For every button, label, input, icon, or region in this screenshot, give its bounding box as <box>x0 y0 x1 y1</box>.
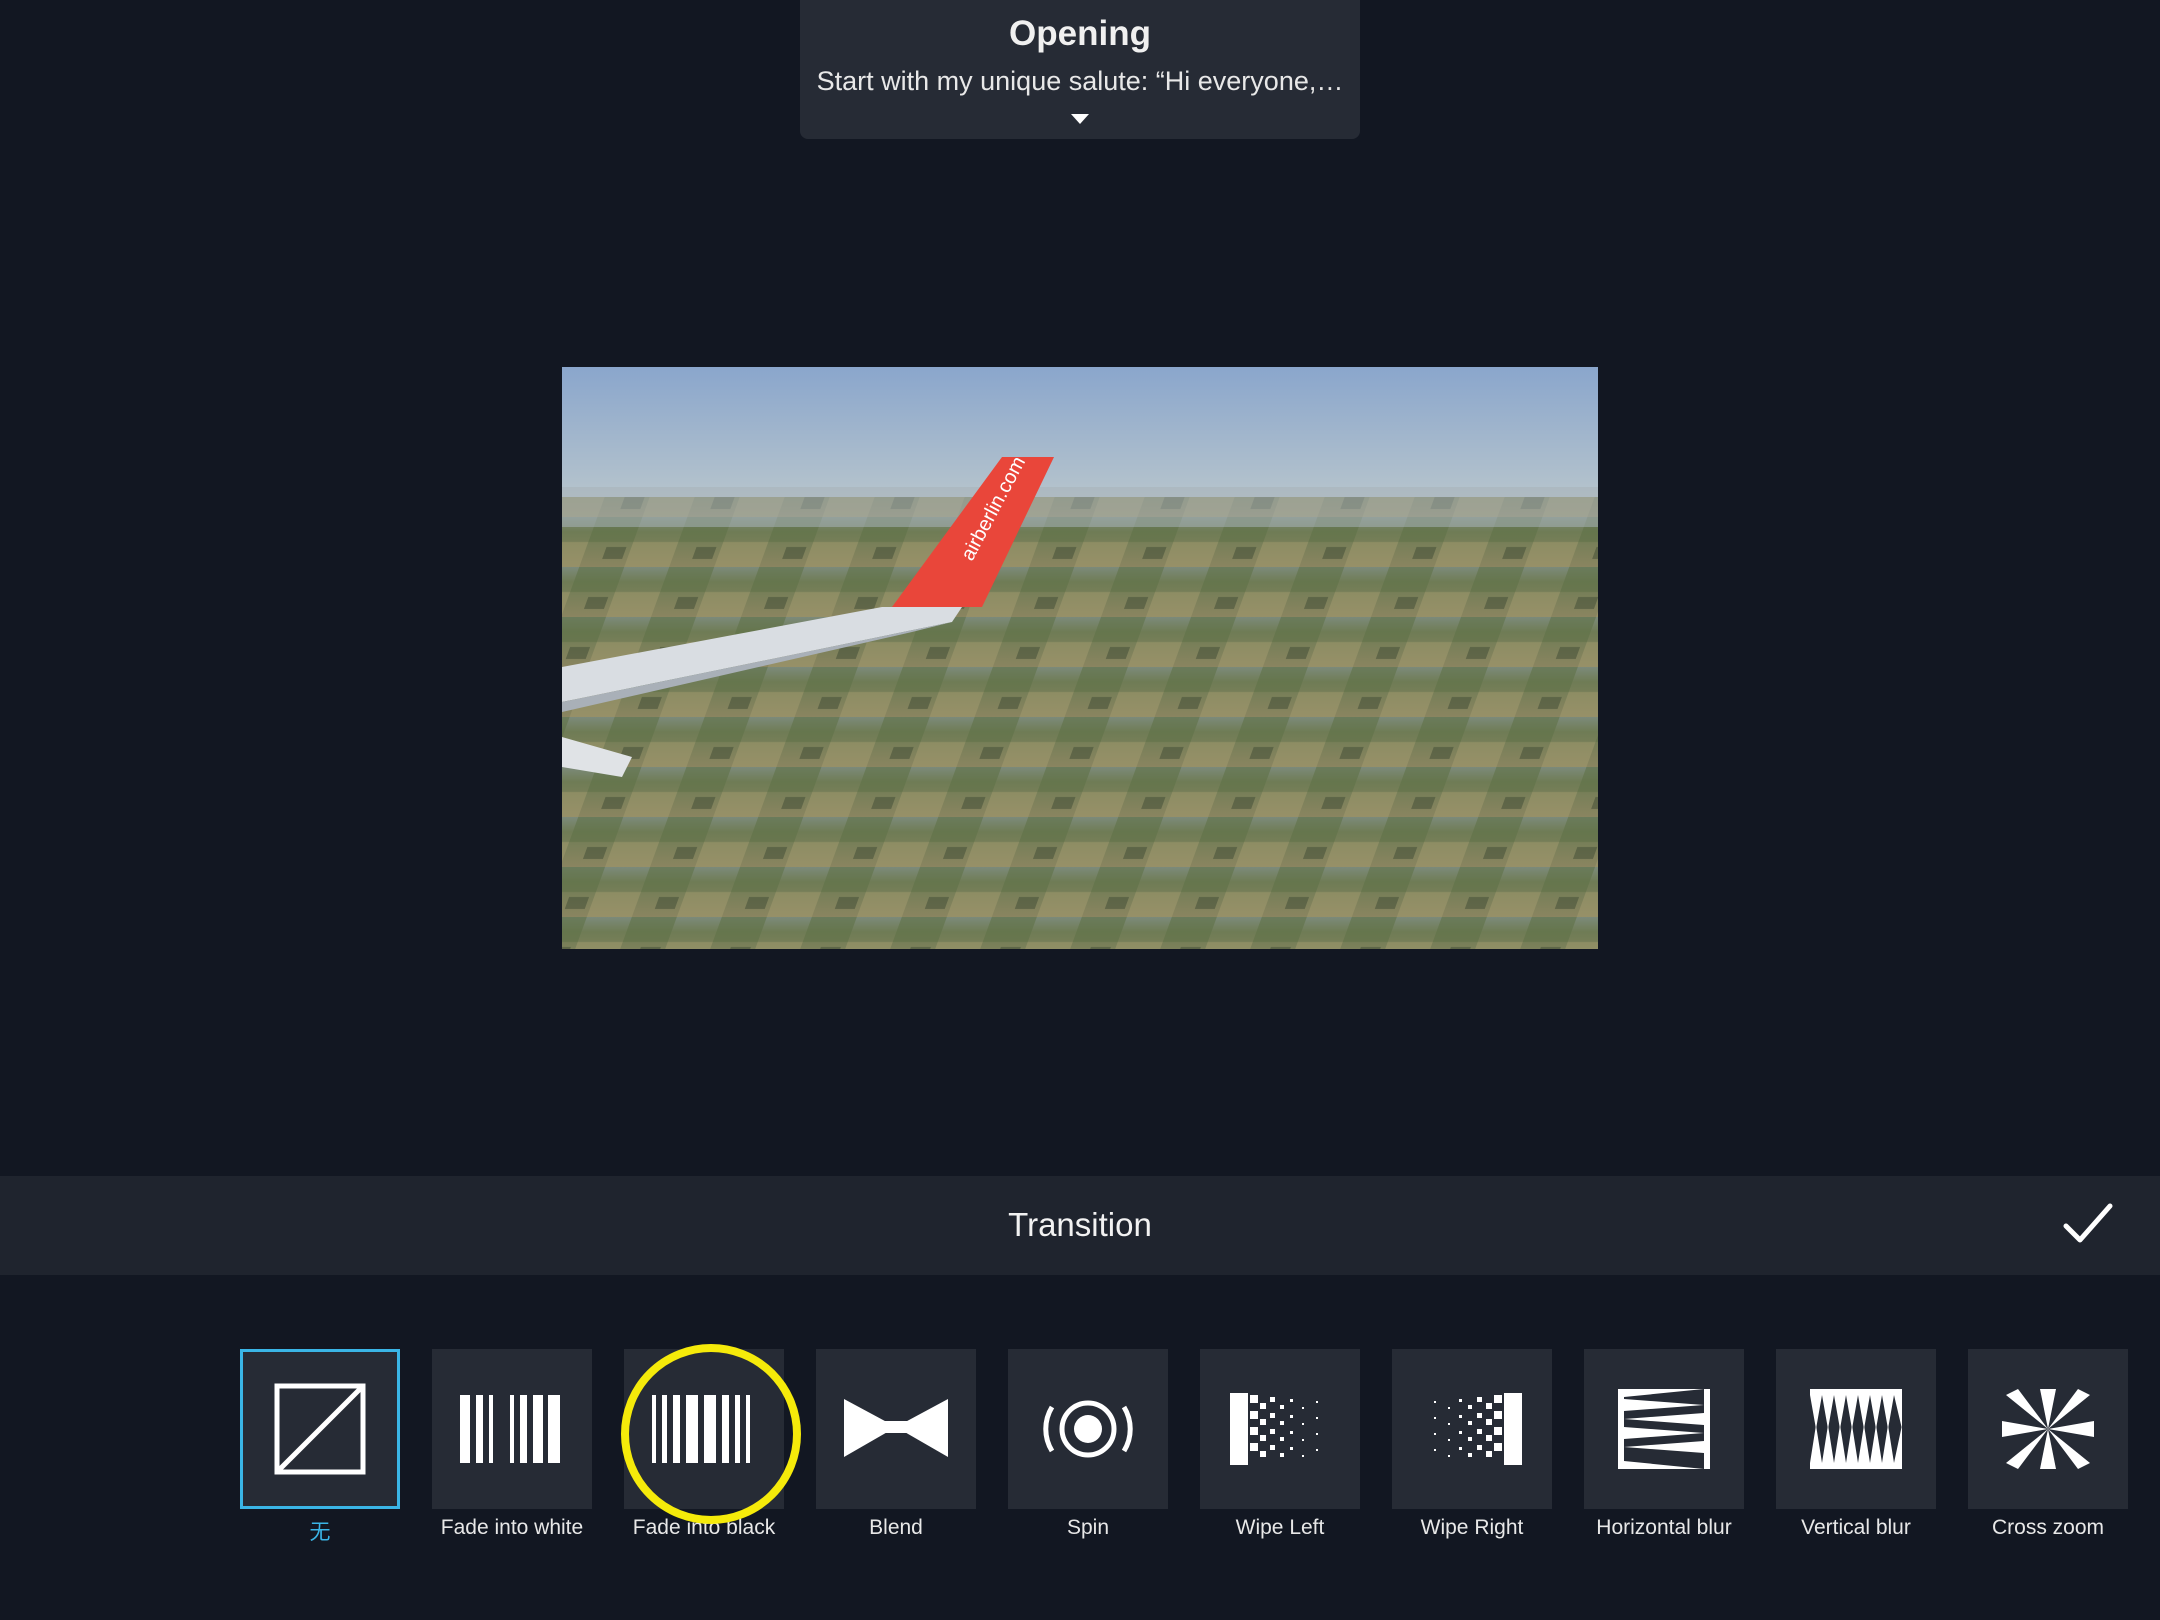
transition-option-vertical-blur[interactable] <box>1776 1349 1936 1509</box>
transition-option-cross-zoom[interactable] <box>1968 1349 2128 1509</box>
transition-title: Transition <box>1008 1206 1152 1243</box>
transition-label: Wipe Left <box>1235 1516 1325 1539</box>
transition-option-wipe-left[interactable] <box>1200 1349 1360 1509</box>
vertical-blur-icon <box>1810 1389 1902 1469</box>
transition-option-blend[interactable] <box>816 1349 976 1509</box>
wipe-left-icon <box>1230 1393 1318 1465</box>
airplane-wing-scene-image: airberlin.com <box>562 367 1598 949</box>
wipe-right-icon <box>1434 1393 1522 1465</box>
dropdown-arrow-icon[interactable] <box>1071 114 1089 124</box>
checkmark-icon[interactable] <box>2058 1194 2118 1254</box>
transition-label: Vertical blur <box>1801 1516 1911 1539</box>
transition-list: 无 Fade into white Fade into black Blend … <box>0 1275 2160 1620</box>
transition-label: 无 <box>309 1521 331 1544</box>
fade-white-icon <box>460 1395 560 1463</box>
transition-option-fade-white[interactable] <box>432 1349 592 1509</box>
transition-option-horizontal-blur[interactable] <box>1584 1349 1744 1509</box>
blend-icon <box>844 1399 948 1457</box>
fade-black-icon <box>652 1395 750 1463</box>
transition-label: Wipe Right <box>1420 1516 1524 1539</box>
transition-option-fade-black[interactable] <box>624 1349 784 1509</box>
opening-title: Opening <box>1009 14 1151 53</box>
video-preview[interactable]: airberlin.com <box>562 367 1598 949</box>
transition-label: Fade into white <box>440 1516 584 1539</box>
transition-label: Fade into black <box>632 1516 776 1539</box>
horizontal-blur-icon <box>1618 1389 1710 1469</box>
transition-option-wipe-right[interactable] <box>1392 1349 1552 1509</box>
transition-header-bar: Transition <box>0 1176 2160 1275</box>
transition-label: Cross zoom <box>1991 1516 2105 1539</box>
opening-subtitle: Start with my unique salute: “Hi everyon… <box>816 66 1344 96</box>
opening-section-selector[interactable]: Opening Start with my unique salute: “Hi… <box>800 0 1360 139</box>
transition-label: Spin <box>1066 1516 1110 1539</box>
transition-label: Blend <box>869 1516 923 1539</box>
transition-option-none[interactable] <box>240 1349 400 1509</box>
cross-zoom-icon <box>2002 1389 2094 1469</box>
none-transition-icon <box>274 1383 366 1475</box>
spin-icon <box>1043 1400 1133 1458</box>
transition-label: Horizontal blur <box>1596 1516 1732 1539</box>
transition-option-spin[interactable] <box>1008 1349 1168 1509</box>
